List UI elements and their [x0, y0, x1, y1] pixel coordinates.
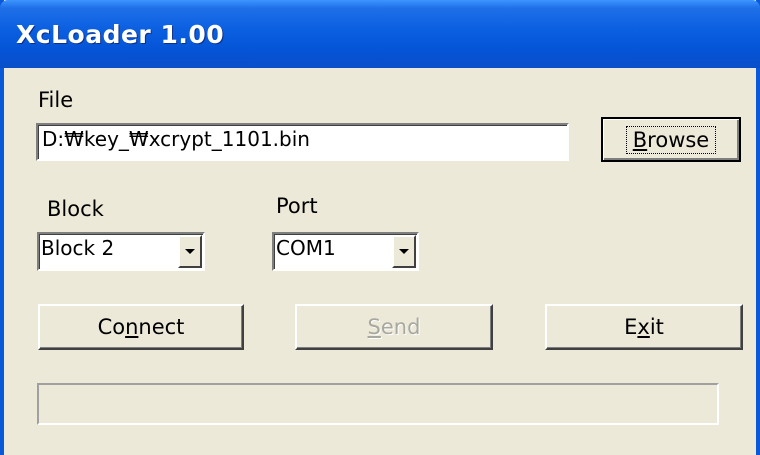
block-select[interactable]: Block 2 [37, 232, 205, 271]
file-path-value: D:₩key_₩xcrypt_1101.bin [42, 127, 310, 151]
file-path-field[interactable]: D:₩key_₩xcrypt_1101.bin [36, 123, 569, 161]
chevron-down-icon [185, 249, 195, 254]
send-button[interactable]: Send [295, 304, 493, 350]
port-select[interactable]: COM1 [272, 232, 419, 271]
browse-button[interactable]: Browse [601, 117, 741, 162]
port-select-value: COM1 [276, 236, 336, 260]
file-label: File [38, 88, 74, 112]
port-label: Port [276, 194, 318, 218]
title-bar[interactable]: XcLoader 1.00 [0, 0, 760, 68]
xcloader-window: XcLoader 1.00 File D:₩key_₩xcrypt_1101.b… [0, 0, 760, 455]
chevron-down-icon [399, 249, 409, 254]
progress-bar [37, 383, 719, 425]
exit-button-label: Exit [624, 315, 664, 339]
block-select-value: Block 2 [41, 236, 115, 260]
connect-button-label: Connect [97, 315, 185, 339]
block-dropdown-button[interactable] [178, 235, 202, 268]
send-button-label: Send [367, 315, 421, 339]
exit-button[interactable]: Exit [545, 304, 743, 350]
connect-button[interactable]: Connect [38, 304, 244, 350]
browse-button-label: Browse [625, 125, 717, 154]
port-dropdown-button[interactable] [392, 235, 416, 268]
block-label: Block [47, 197, 104, 221]
window-title: XcLoader 1.00 [16, 20, 225, 49]
